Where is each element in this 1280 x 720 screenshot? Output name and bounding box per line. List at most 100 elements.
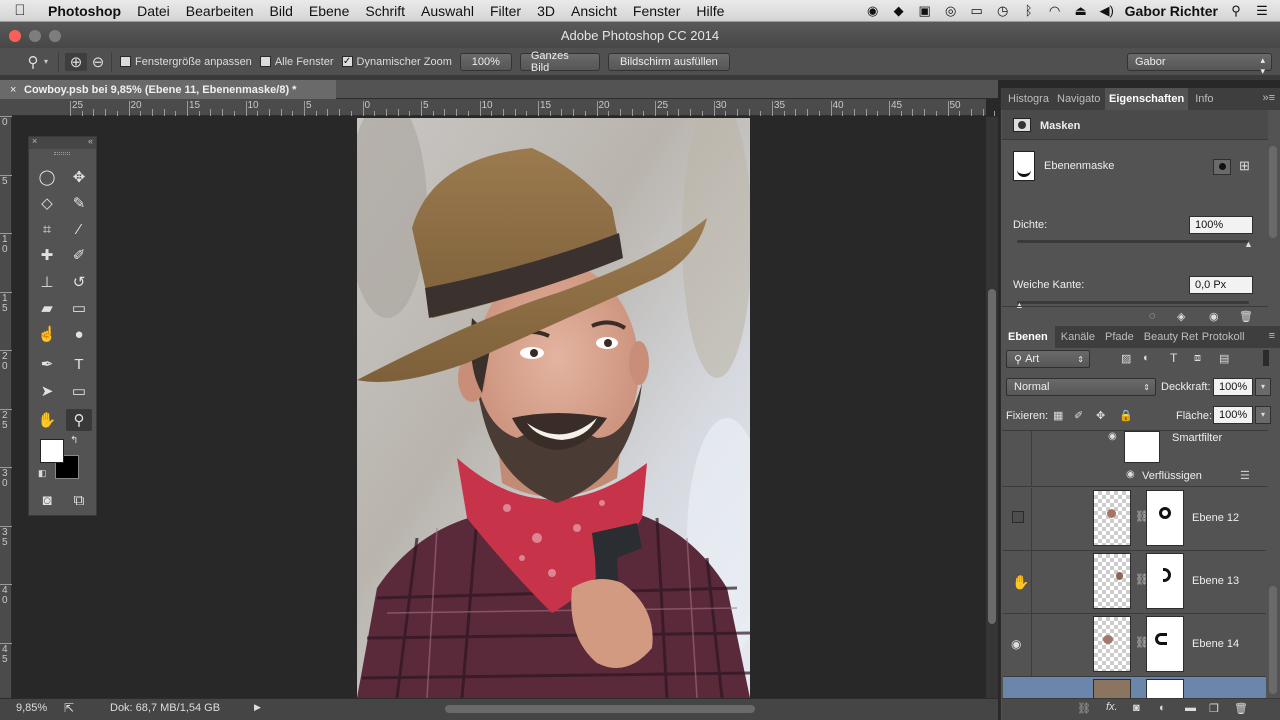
swap-colors-icon[interactable]: ↰ xyxy=(70,435,78,446)
fit-screen-button[interactable]: Ganzes Bild xyxy=(519,50,600,74)
tab-history[interactable]: Protokoll xyxy=(1200,326,1249,348)
tab-layers[interactable]: Ebenen xyxy=(1001,326,1055,348)
fill-dropdown[interactable]: ▾ xyxy=(1255,406,1271,424)
layer-name[interactable]: Ebene 14 xyxy=(1192,638,1239,650)
zoom-out-icon[interactable]: ⊖ xyxy=(87,53,109,71)
airplay-icon[interactable]: ▭ xyxy=(969,3,985,19)
record-icon[interactable]: ◎ xyxy=(943,3,959,19)
new-layer-icon[interactable]: ❐ xyxy=(1209,702,1219,715)
layers-panel-menu-icon[interactable]: ≡ xyxy=(1269,330,1275,342)
status-zoom[interactable]: 9,85% xyxy=(16,702,47,714)
smartfilter-mask-thumbnail[interactable] xyxy=(1124,431,1160,463)
load-selection-icon[interactable]: ◌ xyxy=(1149,310,1156,322)
feather-input[interactable]: 0,0 Px xyxy=(1189,276,1253,294)
link-layers-icon[interactable]: ⛓ xyxy=(1077,702,1091,715)
foreground-color-swatch[interactable] xyxy=(40,439,64,463)
panel-grip[interactable] xyxy=(54,152,70,155)
visibility-toggle-off[interactable] xyxy=(1012,511,1024,523)
eye-icon[interactable]: ◉ xyxy=(1126,469,1135,480)
quick-selection-tool-icon[interactable]: ✎ xyxy=(66,192,92,214)
fill-input[interactable]: 100% xyxy=(1213,406,1253,424)
zoom-in-icon[interactable]: ⊕ xyxy=(65,52,88,71)
bluetooth-icon[interactable]: ᛒ xyxy=(1021,3,1037,18)
tools-panel-header[interactable]: × « xyxy=(29,136,96,149)
properties-scrollbar[interactable] xyxy=(1269,146,1277,238)
document-tab[interactable]: × Cowboy.psb bei 9,85% (Ebene 11, Ebenen… xyxy=(0,80,336,99)
layer-mask-thumbnail[interactable] xyxy=(1146,616,1184,672)
chevron-down-icon[interactable]: ▾ xyxy=(44,57,48,66)
screen-mode-icon[interactable]: ⧉ xyxy=(66,489,92,511)
menu-filter[interactable]: Filter xyxy=(482,3,529,19)
zoom-tool-icon[interactable]: ⚲ xyxy=(66,409,92,431)
filter-blending-options-icon[interactable]: ☰ xyxy=(1240,469,1250,482)
tab-info[interactable]: Info xyxy=(1188,88,1217,110)
eraser-tool-icon[interactable]: ▰ xyxy=(34,297,60,319)
clone-stamp-tool-icon[interactable]: ⊥ xyxy=(34,271,60,293)
dynamic-zoom-checkbox[interactable]: ✓ xyxy=(341,56,353,67)
opacity-input[interactable]: 100% xyxy=(1213,378,1253,396)
rectangle-tool-icon[interactable]: ▭ xyxy=(66,380,92,402)
all-windows-checkbox[interactable] xyxy=(259,56,271,67)
share-icon[interactable]: ⇱ xyxy=(64,701,74,715)
close-panel-icon[interactable]: × xyxy=(32,136,37,146)
app-icon[interactable]: ▣ xyxy=(917,3,933,19)
scrollbar-thumb[interactable] xyxy=(988,289,996,624)
menu-bild[interactable]: Bild xyxy=(262,3,301,19)
default-colors-icon[interactable]: ◧ xyxy=(38,468,47,479)
move-tool-icon[interactable]: ✥ xyxy=(66,166,92,188)
evernote-icon[interactable]: ◉ xyxy=(865,3,881,19)
lock-image-icon[interactable]: ✐ xyxy=(1074,409,1083,422)
pen-tool-icon[interactable]: ✒ xyxy=(34,353,60,375)
toggle-mask-visibility-icon[interactable]: ◉ xyxy=(1209,310,1219,323)
menu-app[interactable]: Photoshop xyxy=(40,3,129,19)
menu-ebene[interactable]: Ebene xyxy=(301,3,357,19)
history-brush-tool-icon[interactable]: ↺ xyxy=(66,271,92,293)
opacity-dropdown[interactable]: ▾ xyxy=(1255,378,1271,396)
layer-row-ebene-12[interactable]: ⛓ Ebene 12 xyxy=(1003,488,1266,551)
adjustment-layer-icon[interactable]: ◐ xyxy=(1159,702,1166,714)
menu-datei[interactable]: Datei xyxy=(129,3,178,19)
filter-smart-object-icon[interactable]: ▤ xyxy=(1219,352,1229,365)
density-input[interactable]: 100% xyxy=(1189,216,1253,234)
layer-row-ebene-13[interactable]: ✋ ⛓ Ebene 13 xyxy=(1003,551,1266,614)
hand-tool-icon[interactable]: ✋ xyxy=(34,409,60,431)
notification-list-icon[interactable]: ☰ xyxy=(1254,3,1270,19)
eject-icon[interactable]: ⏏ xyxy=(1073,3,1089,19)
lock-transparency-icon[interactable]: ▦ xyxy=(1053,409,1063,422)
dropbox-icon[interactable]: ◆ xyxy=(891,3,907,19)
tab-navigator[interactable]: Navigato xyxy=(1053,88,1105,110)
tab-properties[interactable]: Eigenschaften xyxy=(1105,88,1189,110)
layer-filter-select[interactable]: ⚲ Art ⇕ xyxy=(1006,350,1090,368)
add-mask-icon[interactable]: ◙ xyxy=(1133,702,1140,714)
blend-mode-select[interactable]: Normal ⇕ xyxy=(1006,378,1156,396)
tab-paths[interactable]: Pfade xyxy=(1099,326,1138,348)
ruler-origin[interactable] xyxy=(0,99,12,116)
liquify-filter-label[interactable]: Verflüssigen xyxy=(1142,470,1202,482)
tab-beauty-retouch[interactable]: Beauty Ret xyxy=(1138,326,1200,348)
fill-screen-button[interactable]: Bildschirm ausfüllen xyxy=(607,52,730,71)
menu-3d[interactable]: 3D xyxy=(529,3,563,19)
layer-thumbnail[interactable] xyxy=(1093,490,1131,546)
add-vector-mask-icon[interactable]: ⊞ xyxy=(1239,158,1250,174)
new-group-icon[interactable]: ▬ xyxy=(1185,702,1196,714)
gradient-tool-icon[interactable]: ▭ xyxy=(66,297,92,319)
tab-histogram[interactable]: Histogra xyxy=(1001,88,1053,110)
eye-icon[interactable]: ◉ xyxy=(1108,431,1117,442)
workspace-select[interactable]: Gabor ▴ ▾ xyxy=(1127,53,1272,76)
horizontal-ruler[interactable]: 25 20 15 10 5 0 5 10 15 20 25 30 35 40 45 50 xyxy=(12,99,996,116)
filter-type-icon[interactable]: T xyxy=(1170,351,1177,365)
layer-name[interactable]: Ebene 13 xyxy=(1192,575,1239,587)
zoom-tool-preset-icon[interactable]: ⚲ xyxy=(22,53,44,71)
spotlight-search-icon[interactable]: ⚲ xyxy=(1228,3,1244,19)
density-slider[interactable]: ▲ xyxy=(1017,239,1253,249)
time-machine-icon[interactable]: ◷ xyxy=(995,3,1011,19)
close-tab-icon[interactable]: × xyxy=(10,84,16,96)
collapse-panel-icon[interactable]: « xyxy=(88,136,93,146)
minimize-window-icon[interactable] xyxy=(29,30,41,42)
layer-mask-thumbnail[interactable] xyxy=(1146,490,1184,546)
layer-row-ebene-14[interactable]: ◉ ⛓ Ebene 14 xyxy=(1003,614,1266,677)
delete-layer-icon[interactable]: 🗑 xyxy=(1234,702,1248,715)
layers-scrollbar[interactable] xyxy=(1269,586,1277,694)
elliptical-marquee-tool-icon[interactable]: ◯ xyxy=(34,166,60,188)
eye-icon[interactable]: ◉ xyxy=(1011,637,1021,651)
